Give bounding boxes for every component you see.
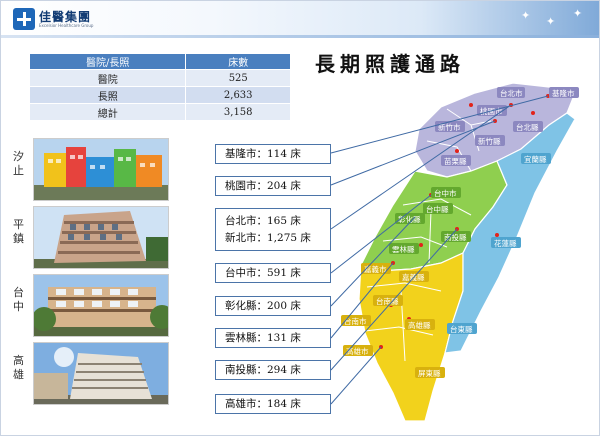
map-label: 高雄市 bbox=[346, 346, 369, 356]
map-label: 台北市 bbox=[500, 88, 523, 98]
map-label: 台北縣 bbox=[516, 122, 539, 132]
location-box-taipei: 台北市：165 床 新北市：1,275 床 bbox=[215, 208, 331, 251]
map-label: 嘉義市 bbox=[364, 264, 387, 274]
map-label: 高雄縣 bbox=[408, 320, 431, 330]
location-box-changhua: 彰化縣：200 床 bbox=[215, 296, 331, 316]
location-text: 台北市：165 床 bbox=[225, 214, 301, 227]
slide: ✦ ✦ ✦ 佳醫集團 Excelsior Healthcare Group 長期… bbox=[0, 0, 600, 436]
map-label: 台中縣 bbox=[426, 204, 449, 214]
map-label: 南投縣 bbox=[444, 232, 467, 242]
location-box-taoyuan: 桃園市：204 床 bbox=[215, 176, 331, 196]
map-label: 苗栗縣 bbox=[444, 156, 467, 166]
location-text: 基隆市：114 床 bbox=[225, 147, 301, 160]
location-box-kaohsiung: 高雄市：184 床 bbox=[215, 394, 331, 414]
location-text: 彰化縣：200 床 bbox=[225, 299, 301, 312]
map-label: 花蓮縣 bbox=[494, 238, 517, 248]
location-text: 台中市：591 床 bbox=[225, 266, 301, 279]
map-label: 台中市 bbox=[434, 188, 457, 198]
location-box-nantou: 南投縣：294 床 bbox=[215, 360, 331, 380]
location-box-taichung: 台中市：591 床 bbox=[215, 263, 331, 283]
location-box-yunlin: 雲林縣：131 床 bbox=[215, 328, 331, 348]
location-text: 新北市：1,275 床 bbox=[225, 231, 311, 244]
map-label: 台東縣 bbox=[450, 324, 473, 334]
map-label: 新竹縣 bbox=[478, 136, 501, 146]
map-label: 宜蘭縣 bbox=[524, 154, 547, 164]
location-text: 雲林縣：131 床 bbox=[225, 331, 301, 344]
location-box-keelung: 基隆市：114 床 bbox=[215, 144, 331, 164]
location-text: 高雄市：184 床 bbox=[225, 397, 301, 410]
map-label: 屏東縣 bbox=[418, 368, 441, 378]
location-text: 桃園市：204 床 bbox=[225, 179, 301, 192]
map-label: 基隆市 bbox=[552, 88, 575, 98]
map-label: 雲林縣 bbox=[392, 244, 415, 254]
location-text: 南投縣：294 床 bbox=[225, 363, 301, 376]
